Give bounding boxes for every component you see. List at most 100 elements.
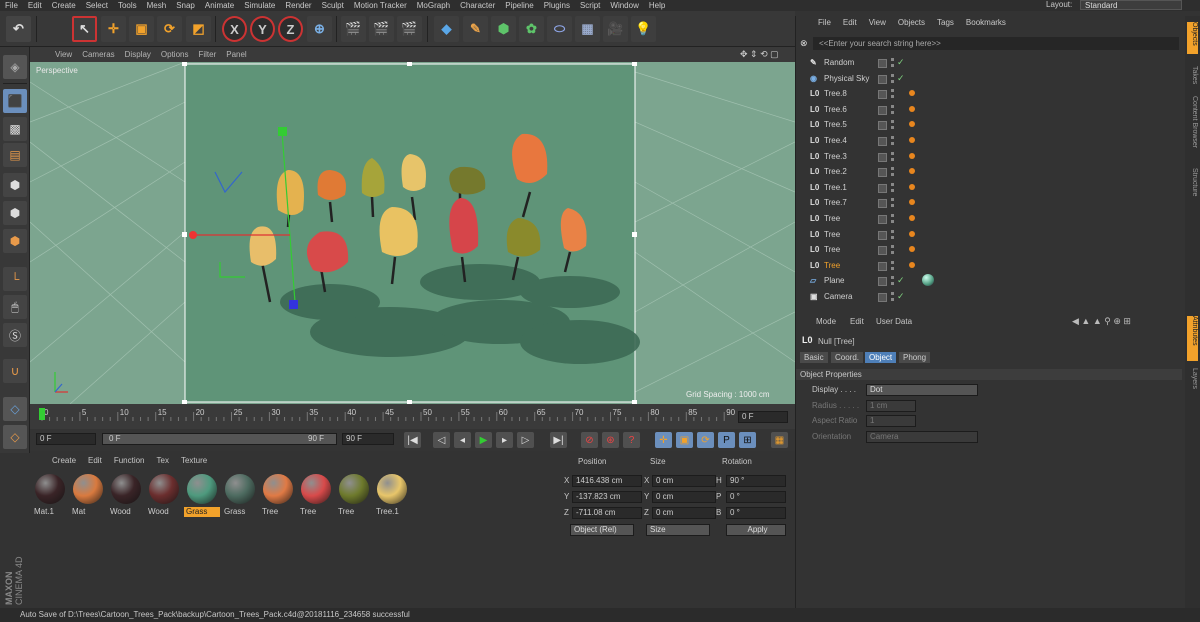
snapping-button[interactable]: Ⓢ [3, 323, 27, 347]
go-to-start-button[interactable]: |◀ [404, 432, 421, 448]
edges-mode-button[interactable]: ⬢ [3, 201, 27, 225]
magnet-icon[interactable]: ∪ [3, 359, 27, 383]
obj-menu-file[interactable]: File [812, 18, 837, 27]
menu-item-pipeline[interactable]: Pipeline [500, 1, 538, 10]
tag-icon[interactable] [909, 246, 915, 253]
x-axis-button[interactable]: X [222, 16, 247, 42]
object-row[interactable]: L0 Tree.8 [796, 87, 1186, 102]
viewport-nav-icons[interactable]: ✥ ⇕ ⟲ ▢ [740, 49, 779, 60]
object-row[interactable]: L0 Tree.7 [796, 196, 1186, 211]
viewport-menu-display[interactable]: Display [120, 50, 156, 59]
rotation-field[interactable]: 90 ° [726, 475, 786, 487]
planar-workplane-button[interactable]: ◇ [3, 425, 27, 449]
object-row[interactable]: L0 Tree.4 [796, 134, 1186, 149]
move-button[interactable]: ✛ [101, 16, 126, 42]
enabled-check-icon[interactable]: ✓ [897, 73, 905, 84]
tab-phong[interactable]: Phong [899, 352, 931, 363]
autokey-button[interactable]: ⊛ [602, 432, 619, 448]
layer-swatch[interactable] [878, 261, 887, 271]
visibility-dots-icon[interactable] [891, 167, 896, 179]
polygons-mode-button[interactable]: ⬢ [3, 229, 27, 253]
object-row[interactable]: L0 Tree.6 [796, 103, 1186, 118]
visibility-dots-icon[interactable] [891, 89, 896, 101]
tag-icon[interactable] [909, 215, 915, 221]
rotate-button[interactable]: ⟳ [157, 16, 182, 42]
tab-objects[interactable]: Objects [1187, 22, 1198, 54]
texture-mode-button[interactable]: ▩ [3, 117, 27, 141]
key-pla-button[interactable]: ⊞ [739, 432, 756, 448]
next-frame-button[interactable]: ▸ [496, 432, 513, 448]
record-button[interactable]: ⊘ [581, 432, 598, 448]
coordinate-system-button[interactable]: ⊕ [307, 16, 332, 42]
menu-item-window[interactable]: Window [605, 1, 643, 10]
tweak-mode-button[interactable]: 🖱 [3, 295, 27, 319]
current-frame-field[interactable]: 0 F [738, 411, 788, 423]
menu-item-script[interactable]: Script [575, 1, 605, 10]
material-swatch[interactable]: Tree.1 [374, 472, 410, 518]
obj-menu-bookmarks[interactable]: Bookmarks [960, 18, 1012, 27]
material-swatch[interactable]: Mat [70, 472, 106, 518]
layer-swatch[interactable] [878, 90, 887, 100]
layer-swatch[interactable] [878, 183, 887, 193]
render-picture-viewer-button[interactable]: 🎬 [369, 16, 394, 42]
previous-key-button[interactable]: ◁ [433, 432, 450, 448]
tag-icon[interactable] [909, 199, 915, 206]
y-axis-button[interactable]: Y [250, 16, 275, 42]
material-swatch[interactable]: Tree [298, 472, 334, 518]
position-field[interactable]: -137.823 cm [572, 491, 642, 503]
viewport-menu-view[interactable]: View [50, 50, 77, 59]
material-swatch[interactable]: Wood [108, 472, 144, 518]
visibility-dots-icon[interactable] [891, 73, 896, 85]
visibility-dots-icon[interactable] [891, 260, 896, 272]
size-field[interactable]: 0 cm [652, 507, 716, 519]
tag-icon[interactable] [909, 168, 915, 175]
tag-icon[interactable] [909, 121, 915, 128]
material-swatch[interactable]: Mat.1 [32, 472, 68, 518]
attr-menu-mode[interactable]: Mode [816, 317, 836, 326]
obj-menu-tags[interactable]: Tags [931, 18, 960, 27]
position-field[interactable]: -711.08 cm [572, 507, 642, 519]
mat-menu-tex[interactable]: Tex [151, 456, 175, 465]
tag-icon[interactable] [909, 137, 915, 143]
tab-content-browser[interactable]: Content Browser [1187, 96, 1198, 161]
undo-button[interactable]: ↶ [6, 16, 31, 42]
layer-swatch[interactable] [878, 152, 887, 162]
range-slider[interactable]: 0 F 90 F [102, 433, 337, 445]
material-swatch[interactable]: Grass [222, 472, 258, 518]
attr-nav-icons[interactable]: ◀ ▲ ▲ ⚲ ⊕ ⊞ [1072, 316, 1131, 327]
object-search-input[interactable]: <<Enter your search string here>> [813, 37, 1179, 50]
layer-swatch[interactable] [878, 277, 887, 287]
array-button[interactable]: ✿ [519, 16, 544, 42]
timeline-window-button[interactable]: ▦ [771, 432, 788, 448]
tab-layers[interactable]: Layers [1187, 368, 1198, 396]
position-field[interactable]: 1416.438 cm [572, 475, 642, 487]
layer-swatch[interactable] [878, 105, 887, 115]
enabled-check-icon[interactable]: ✓ [897, 291, 905, 302]
layer-swatch[interactable] [878, 168, 887, 178]
object-row[interactable]: ◉ Physical Sky ✓ [796, 72, 1186, 87]
layer-swatch[interactable] [878, 215, 887, 224]
visibility-dots-icon[interactable] [891, 229, 896, 241]
timeline[interactable]: 0 5 10 15 20 25 30 35 40 45 50 55 60 65 70 75 80 85 90 0 F [30, 404, 795, 429]
tag-icon[interactable] [909, 152, 915, 159]
cube-button[interactable]: ◆ [434, 16, 459, 42]
object-row[interactable]: L0 Tree [796, 243, 1186, 258]
object-row[interactable]: L0 Tree.1 [796, 181, 1186, 196]
menu-item-mograph[interactable]: MoGraph [412, 1, 455, 10]
recent-tool-button[interactable]: ◩ [186, 16, 211, 42]
object-row[interactable]: L0 Tree.3 [796, 150, 1186, 165]
tag-icon[interactable] [909, 261, 915, 268]
visibility-dots-icon[interactable] [891, 151, 896, 163]
visibility-dots-icon[interactable] [891, 292, 896, 303]
size-field[interactable]: 0 cm [652, 491, 716, 503]
viewport-menu-options[interactable]: Options [156, 50, 194, 59]
material-swatch[interactable]: Tree [260, 472, 296, 518]
menu-item-create[interactable]: Create [47, 1, 81, 10]
menu-item-select[interactable]: Select [81, 1, 113, 10]
layer-swatch[interactable] [878, 199, 887, 209]
key-parameter-button[interactable]: P [718, 432, 735, 448]
render-settings-button[interactable]: 🎬 [397, 16, 422, 42]
tag-icon[interactable] [909, 183, 915, 190]
tag-icon[interactable] [909, 230, 915, 237]
rotation-field[interactable]: 0 ° [726, 491, 786, 503]
